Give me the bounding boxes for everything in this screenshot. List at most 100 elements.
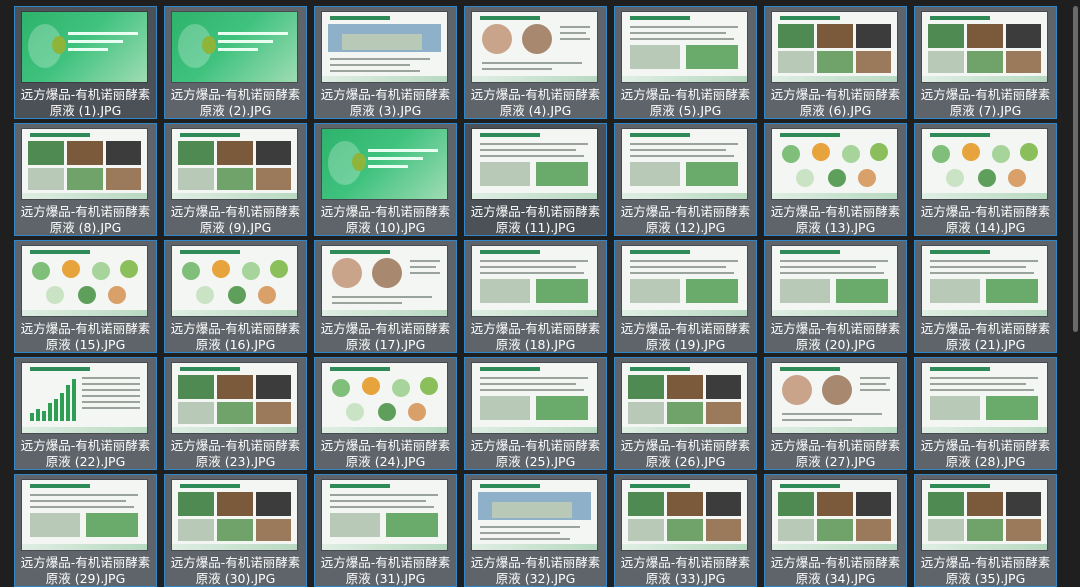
file-thumbnail	[22, 129, 147, 199]
file-thumbnail	[172, 480, 297, 550]
file-thumbnail	[472, 12, 597, 82]
file-name-label: 远方爆品-有机诺丽酵素 原液 (26).JPG	[620, 438, 751, 469]
file-grid: 远方爆品-有机诺丽酵素 原液 (1).JPG 远方爆品-有机诺丽酵素 原液 (2)…	[14, 6, 1057, 587]
file-thumbnail	[322, 12, 447, 82]
file-thumbnail	[22, 246, 147, 316]
file-thumbnail	[322, 363, 447, 433]
file-item[interactable]: 远方爆品-有机诺丽酵素 原液 (11).JPG	[464, 123, 607, 236]
file-thumbnail	[472, 129, 597, 199]
file-item[interactable]: 远方爆品-有机诺丽酵素 原液 (1).JPG	[14, 6, 157, 119]
file-item[interactable]: 远方爆品-有机诺丽酵素 原液 (10).JPG	[314, 123, 457, 236]
file-item[interactable]: 远方爆品-有机诺丽酵素 原液 (23).JPG	[164, 357, 307, 470]
file-thumbnail	[172, 363, 297, 433]
file-name-label: 远方爆品-有机诺丽酵素 原液 (21).JPG	[920, 321, 1051, 352]
file-thumbnail	[922, 363, 1047, 433]
file-thumbnail	[922, 246, 1047, 316]
file-name-label: 远方爆品-有机诺丽酵素 原液 (19).JPG	[620, 321, 751, 352]
file-item[interactable]: 远方爆品-有机诺丽酵素 原液 (35).JPG	[914, 474, 1057, 587]
file-thumbnail	[172, 246, 297, 316]
file-name-label: 远方爆品-有机诺丽酵素 原液 (14).JPG	[920, 204, 1051, 235]
file-name-label: 远方爆品-有机诺丽酵素 原液 (31).JPG	[320, 555, 451, 586]
file-name-label: 远方爆品-有机诺丽酵素 原液 (3).JPG	[320, 87, 451, 118]
file-item[interactable]: 远方爆品-有机诺丽酵素 原液 (31).JPG	[314, 474, 457, 587]
file-name-label: 远方爆品-有机诺丽酵素 原液 (15).JPG	[20, 321, 151, 352]
file-item[interactable]: 远方爆品-有机诺丽酵素 原液 (8).JPG	[14, 123, 157, 236]
file-name-label: 远方爆品-有机诺丽酵素 原液 (30).JPG	[170, 555, 301, 586]
file-item[interactable]: 远方爆品-有机诺丽酵素 原液 (21).JPG	[914, 240, 1057, 353]
file-item[interactable]: 远方爆品-有机诺丽酵素 原液 (7).JPG	[914, 6, 1057, 119]
file-item[interactable]: 远方爆品-有机诺丽酵素 原液 (25).JPG	[464, 357, 607, 470]
file-thumbnail	[172, 129, 297, 199]
file-thumbnail	[772, 129, 897, 199]
file-item[interactable]: 远方爆品-有机诺丽酵素 原液 (14).JPG	[914, 123, 1057, 236]
file-thumbnail	[772, 246, 897, 316]
file-item[interactable]: 远方爆品-有机诺丽酵素 原液 (30).JPG	[164, 474, 307, 587]
file-item[interactable]: 远方爆品-有机诺丽酵素 原液 (4).JPG	[464, 6, 607, 119]
vertical-scrollbar[interactable]	[1070, 0, 1080, 586]
file-name-label: 远方爆品-有机诺丽酵素 原液 (5).JPG	[620, 87, 751, 118]
file-thumbnail	[622, 363, 747, 433]
file-name-label: 远方爆品-有机诺丽酵素 原液 (1).JPG	[20, 87, 151, 118]
file-name-label: 远方爆品-有机诺丽酵素 原液 (28).JPG	[920, 438, 1051, 469]
file-thumbnail	[622, 129, 747, 199]
file-thumbnail	[622, 246, 747, 316]
file-name-label: 远方爆品-有机诺丽酵素 原液 (25).JPG	[470, 438, 601, 469]
file-item[interactable]: 远方爆品-有机诺丽酵素 原液 (19).JPG	[614, 240, 757, 353]
file-thumbnail	[322, 480, 447, 550]
file-item[interactable]: 远方爆品-有机诺丽酵素 原液 (26).JPG	[614, 357, 757, 470]
file-name-label: 远方爆品-有机诺丽酵素 原液 (33).JPG	[620, 555, 751, 586]
file-thumbnail	[322, 246, 447, 316]
file-item[interactable]: 远方爆品-有机诺丽酵素 原液 (3).JPG	[314, 6, 457, 119]
file-thumbnail	[322, 129, 447, 199]
scrollbar-thumb[interactable]	[1073, 6, 1078, 332]
file-item[interactable]: 远方爆品-有机诺丽酵素 原液 (13).JPG	[764, 123, 907, 236]
file-thumbnail	[622, 480, 747, 550]
file-thumbnail	[172, 12, 297, 82]
file-name-label: 远方爆品-有机诺丽酵素 原液 (32).JPG	[470, 555, 601, 586]
file-item[interactable]: 远方爆品-有机诺丽酵素 原液 (2).JPG	[164, 6, 307, 119]
file-thumbnail	[922, 129, 1047, 199]
file-thumbnail	[622, 12, 747, 82]
file-name-label: 远方爆品-有机诺丽酵素 原液 (24).JPG	[320, 438, 451, 469]
file-item[interactable]: 远方爆品-有机诺丽酵素 原液 (20).JPG	[764, 240, 907, 353]
file-name-label: 远方爆品-有机诺丽酵素 原液 (18).JPG	[470, 321, 601, 352]
file-item[interactable]: 远方爆品-有机诺丽酵素 原液 (33).JPG	[614, 474, 757, 587]
file-name-label: 远方爆品-有机诺丽酵素 原液 (4).JPG	[470, 87, 601, 118]
file-item[interactable]: 远方爆品-有机诺丽酵素 原液 (5).JPG	[614, 6, 757, 119]
file-name-label: 远方爆品-有机诺丽酵素 原液 (13).JPG	[770, 204, 901, 235]
file-item[interactable]: 远方爆品-有机诺丽酵素 原液 (18).JPG	[464, 240, 607, 353]
file-item[interactable]: 远方爆品-有机诺丽酵素 原液 (9).JPG	[164, 123, 307, 236]
file-thumbnail	[22, 480, 147, 550]
file-name-label: 远方爆品-有机诺丽酵素 原液 (12).JPG	[620, 204, 751, 235]
file-name-label: 远方爆品-有机诺丽酵素 原液 (20).JPG	[770, 321, 901, 352]
file-name-label: 远方爆品-有机诺丽酵素 原液 (10).JPG	[320, 204, 451, 235]
file-item[interactable]: 远方爆品-有机诺丽酵素 原液 (24).JPG	[314, 357, 457, 470]
file-name-label: 远方爆品-有机诺丽酵素 原液 (34).JPG	[770, 555, 901, 586]
file-item[interactable]: 远方爆品-有机诺丽酵素 原液 (22).JPG	[14, 357, 157, 470]
file-item[interactable]: 远方爆品-有机诺丽酵素 原液 (29).JPG	[14, 474, 157, 587]
file-thumbnail	[772, 363, 897, 433]
file-name-label: 远方爆品-有机诺丽酵素 原液 (6).JPG	[770, 87, 901, 118]
file-item[interactable]: 远方爆品-有机诺丽酵素 原液 (28).JPG	[914, 357, 1057, 470]
file-thumbnail	[472, 246, 597, 316]
file-item[interactable]: 远方爆品-有机诺丽酵素 原液 (32).JPG	[464, 474, 607, 587]
file-thumbnail	[772, 12, 897, 82]
file-thumbnail	[22, 363, 147, 433]
file-item[interactable]: 远方爆品-有机诺丽酵素 原液 (17).JPG	[314, 240, 457, 353]
file-item[interactable]: 远方爆品-有机诺丽酵素 原液 (16).JPG	[164, 240, 307, 353]
file-name-label: 远方爆品-有机诺丽酵素 原液 (29).JPG	[20, 555, 151, 586]
file-name-label: 远方爆品-有机诺丽酵素 原液 (16).JPG	[170, 321, 301, 352]
file-item[interactable]: 远方爆品-有机诺丽酵素 原液 (12).JPG	[614, 123, 757, 236]
file-thumbnail	[22, 12, 147, 82]
file-name-label: 远方爆品-有机诺丽酵素 原液 (2).JPG	[170, 87, 301, 118]
file-item[interactable]: 远方爆品-有机诺丽酵素 原液 (34).JPG	[764, 474, 907, 587]
file-name-label: 远方爆品-有机诺丽酵素 原液 (22).JPG	[20, 438, 151, 469]
file-item[interactable]: 远方爆品-有机诺丽酵素 原液 (27).JPG	[764, 357, 907, 470]
file-item[interactable]: 远方爆品-有机诺丽酵素 原液 (15).JPG	[14, 240, 157, 353]
file-name-label: 远方爆品-有机诺丽酵素 原液 (8).JPG	[20, 204, 151, 235]
file-name-label: 远方爆品-有机诺丽酵素 原液 (17).JPG	[320, 321, 451, 352]
file-item[interactable]: 远方爆品-有机诺丽酵素 原液 (6).JPG	[764, 6, 907, 119]
file-name-label: 远方爆品-有机诺丽酵素 原液 (9).JPG	[170, 204, 301, 235]
file-thumbnail	[472, 480, 597, 550]
file-name-label: 远方爆品-有机诺丽酵素 原液 (23).JPG	[170, 438, 301, 469]
